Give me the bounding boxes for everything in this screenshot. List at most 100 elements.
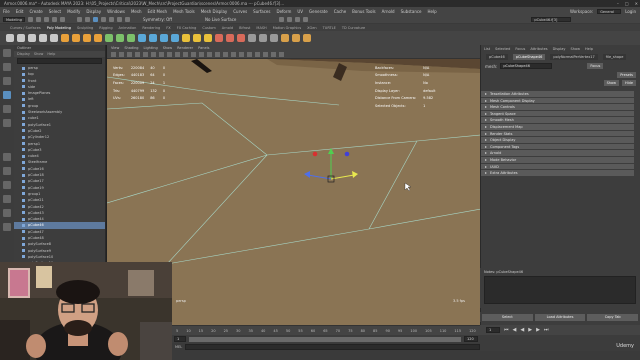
range-start-field[interactable]: 1 [174, 336, 186, 342]
graph-layout-icon[interactable] [3, 195, 11, 203]
planar-map-icon[interactable] [259, 34, 267, 42]
fill-hole-icon[interactable] [171, 34, 179, 42]
shelf-tab-arnold[interactable]: Arnold [222, 26, 233, 30]
range-slider[interactable]: 1 120 [172, 335, 480, 343]
z-axis-handle[interactable] [307, 174, 332, 180]
hypershade-icon[interactable] [303, 16, 309, 22]
multi-cut-icon[interactable] [182, 34, 190, 42]
undo-icon[interactable] [52, 16, 57, 22]
viewport-menu-show[interactable]: Show [163, 46, 172, 50]
hypershade-layout-icon[interactable] [3, 209, 11, 217]
time-slider[interactable]: 5 10 15 20 25 30 35 40 45 50 55 60 65 70 75 80 85 90 95 100… [172, 325, 480, 335]
menu-item-arnold[interactable]: Arnold [382, 9, 395, 14]
outliner-layout-icon[interactable] [3, 181, 11, 189]
save-scene-icon[interactable] [44, 16, 49, 22]
ipr-render-icon[interactable] [287, 16, 293, 22]
lasso-tool-icon[interactable] [3, 63, 11, 71]
menu-item-cache[interactable]: Cache [334, 9, 346, 14]
uv-editor-icon[interactable] [248, 34, 256, 42]
snap-view-icon[interactable] [125, 16, 130, 22]
extrude-icon[interactable] [138, 34, 146, 42]
field-chart-icon[interactable] [175, 52, 180, 57]
range-bar[interactable] [189, 336, 461, 342]
attr-menu-attributes[interactable]: Attributes [530, 47, 547, 51]
wireframe-on-shaded-icon[interactable] [207, 52, 212, 57]
menu-item-curves[interactable]: Curves [233, 9, 247, 14]
freeze-transform-icon[interactable] [215, 34, 223, 42]
menu-item-display[interactable]: Display [86, 9, 101, 14]
attr-menu-list[interactable]: List [484, 47, 490, 51]
four-view-icon[interactable] [3, 167, 11, 175]
menu-item-mesh-display[interactable]: Mesh Display [201, 9, 228, 14]
xray-icon[interactable] [263, 52, 268, 57]
attribute-section[interactable]: Mesh Component Display [481, 97, 634, 105]
xray-joints-icon[interactable] [271, 52, 276, 57]
xy-plane-handle[interactable] [312, 151, 318, 157]
shelf-tab-mash[interactable]: MASH [256, 26, 266, 30]
safe-action-icon[interactable] [183, 52, 188, 57]
menu-item-uv[interactable]: UV [297, 9, 303, 14]
smooth-shade-icon[interactable] [199, 52, 204, 57]
anti-aliasing-icon[interactable] [247, 52, 252, 57]
live-surface-label[interactable]: No Live Surface [205, 17, 236, 22]
attribute-section[interactable]: Tangent Space [481, 110, 634, 118]
menu-item-surfaces[interactable]: Surfaces [253, 9, 270, 14]
show-button[interactable]: Show [603, 80, 620, 86]
cone-icon[interactable] [39, 34, 47, 42]
command-input[interactable] [185, 344, 480, 350]
select-button[interactable]: Select [482, 313, 533, 321]
play-back-icon[interactable]: ◀ [520, 327, 524, 333]
new-scene-icon[interactable] [28, 16, 33, 22]
cylinder-icon[interactable] [28, 34, 36, 42]
attribute-section[interactable]: Mode Behavior [481, 156, 634, 164]
smooth-icon[interactable] [105, 34, 113, 42]
single-view-icon[interactable] [3, 153, 11, 161]
node-tab[interactable]: pCubeShape46 [512, 54, 546, 60]
plane-icon[interactable] [50, 34, 58, 42]
notes-textarea[interactable] [484, 276, 636, 304]
minimize-icon[interactable]: – [617, 0, 619, 7]
attribute-section[interactable]: UUID [481, 163, 634, 171]
shelf-tab-curves-surfaces[interactable]: Curves / Surfaces [10, 26, 41, 30]
camera-icon[interactable] [111, 52, 116, 57]
film-gate-icon[interactable] [151, 52, 156, 57]
outliner-menu-display[interactable]: Display [17, 52, 30, 56]
attr-menu-display[interactable]: Display [553, 47, 566, 51]
menu-item-mesh[interactable]: Mesh [131, 9, 142, 14]
snap-curve-icon[interactable] [109, 16, 114, 22]
wireframe-icon[interactable] [191, 52, 196, 57]
custom-tool-3-icon[interactable] [303, 34, 311, 42]
attribute-section[interactable]: Displacement Map [481, 123, 634, 131]
torus-icon[interactable] [61, 34, 69, 42]
copy-tab-button[interactable]: Copy Tab [587, 313, 639, 321]
snap-point-icon[interactable] [117, 16, 122, 22]
extract-icon[interactable] [94, 34, 102, 42]
step-back-icon[interactable]: ◀ [513, 327, 517, 333]
shelf-tab-xgen[interactable]: XGen [307, 26, 316, 30]
render-settings-icon[interactable] [295, 16, 301, 22]
move-tool-icon[interactable] [3, 91, 11, 99]
name-search-field[interactable]: pCube46.f[3] [531, 16, 572, 22]
go-end-icon[interactable]: ⏭ [544, 327, 549, 333]
attribute-section[interactable]: Object Display [481, 137, 634, 144]
attr-menu-help[interactable]: Help [585, 47, 593, 51]
shelf-tab-custom[interactable]: Custom [202, 26, 215, 30]
bevel-icon[interactable] [160, 34, 168, 42]
ambient-occlusion-icon[interactable] [239, 52, 244, 57]
bookmark-icon[interactable] [127, 52, 132, 57]
hide-button[interactable]: Hide [622, 80, 636, 86]
menu-item-help[interactable]: Help [428, 9, 437, 14]
shelf-tab-sculpting[interactable]: Sculpting [77, 26, 93, 30]
menu-item-create[interactable]: Create [29, 9, 42, 14]
shelf-tab-turtle[interactable]: TURTLE [323, 26, 336, 30]
menu-item-substance[interactable]: Substance [401, 9, 422, 14]
shelf-tab-animation[interactable]: Animation [119, 26, 137, 30]
target-weld-icon[interactable] [193, 34, 201, 42]
maximize-icon[interactable]: □ [625, 0, 629, 7]
focus-button[interactable]: Focus [587, 63, 604, 69]
snap-grid-icon[interactable] [101, 16, 106, 22]
outliner-search-input[interactable] [17, 58, 102, 64]
menu-item-modify[interactable]: Modify [67, 9, 80, 14]
outliner-menu-help[interactable]: Help [47, 52, 55, 56]
attr-menu-show[interactable]: Show [571, 47, 580, 51]
